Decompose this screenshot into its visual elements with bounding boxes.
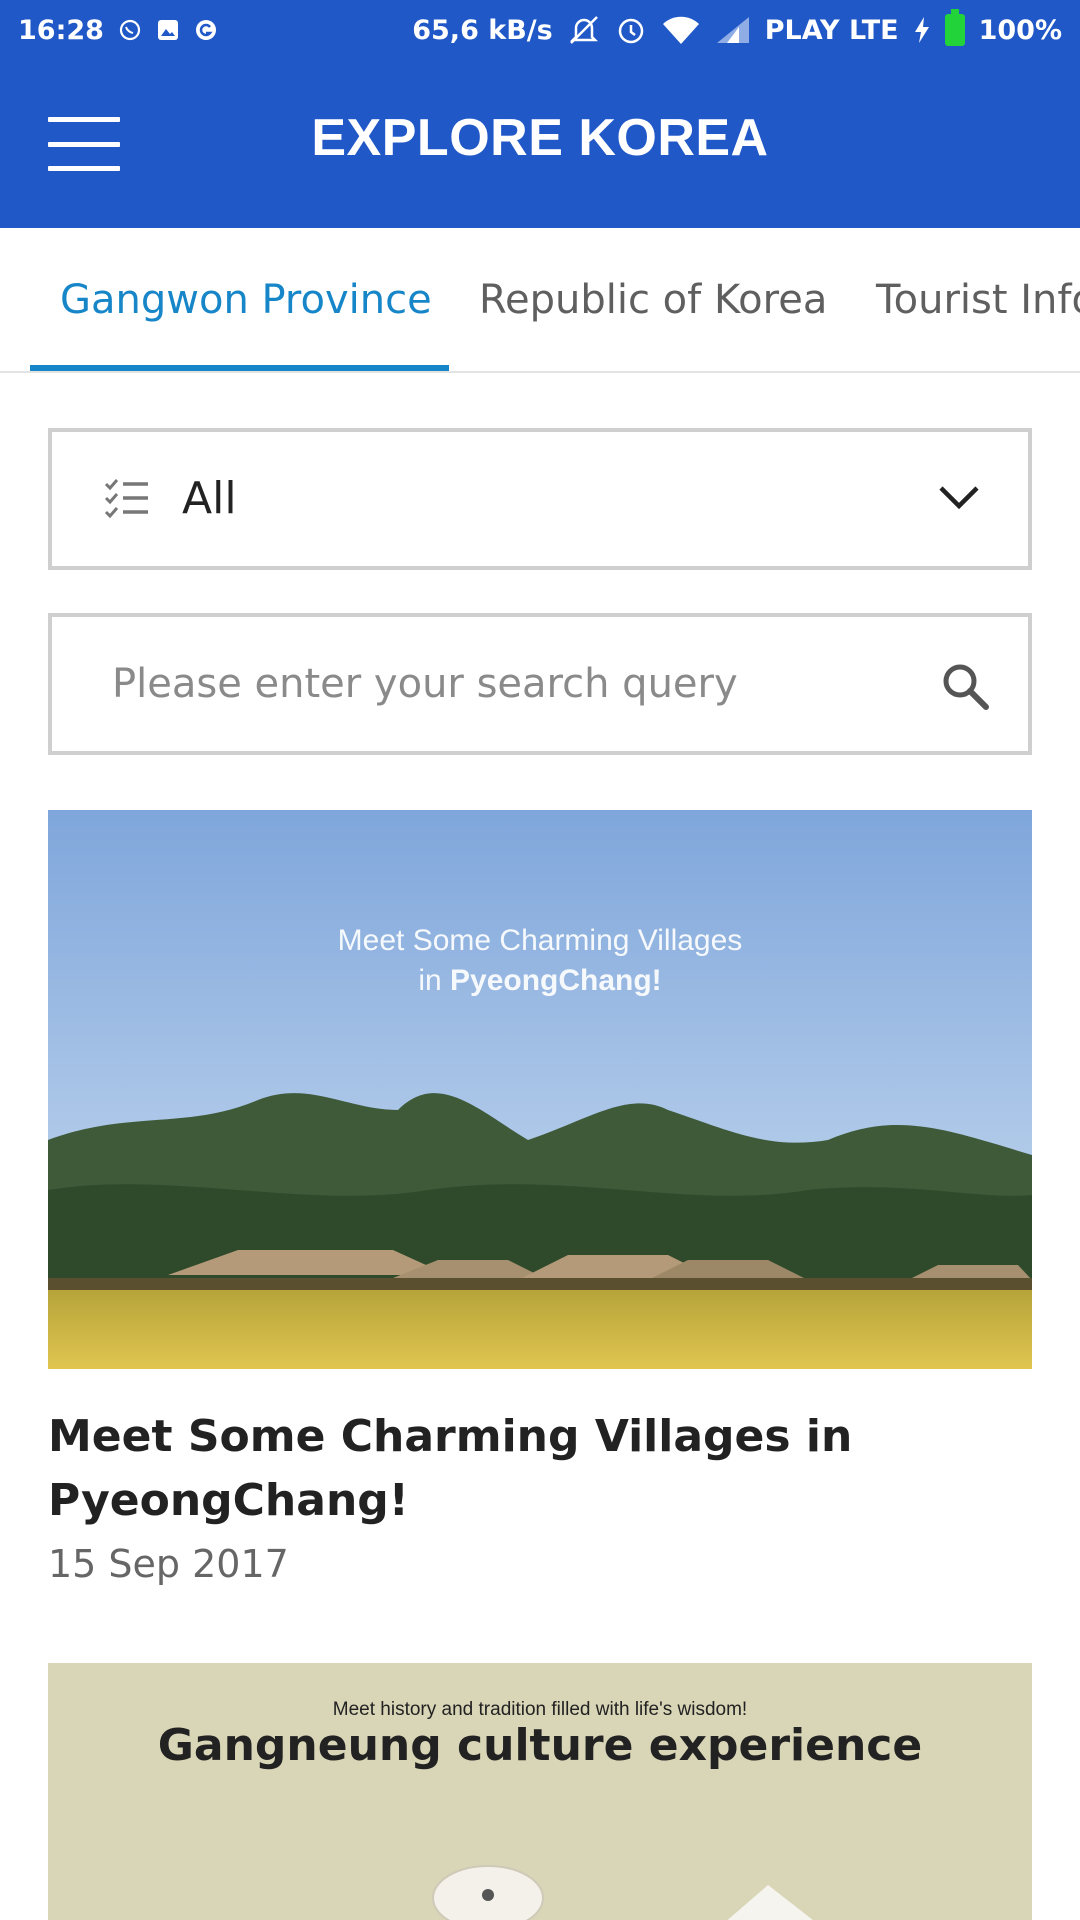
article-title[interactable]: Meet Some Charming Villages in PyeongCha… [48,1405,1032,1533]
status-bar: 16:28 65,6 kB/s PLAY LTE 100% [0,0,1080,60]
image-caption-small: Meet history and tradition filled with l… [333,1699,747,1720]
status-time: 16:28 [18,14,104,46]
charging-icon [913,15,931,45]
checklist-icon [104,479,148,518]
article-image[interactable]: Meet history and tradition filled with l… [48,1663,1032,1920]
app-title: EXPLORE KOREA [311,109,769,167]
gallery-icon [156,18,180,42]
tab-republic-of-korea[interactable]: Republic of Korea [479,228,827,371]
search-box [48,613,1032,755]
tab-tourist-information[interactable]: Tourist Information [876,228,1080,371]
mute-icon [567,15,601,45]
image-caption-line2: in PyeongChang! [418,964,661,997]
image-caption-large: Gangneung culture experience [158,1720,922,1771]
wifi-icon [661,15,701,45]
app-bar: EXPLORE KOREA [0,60,1080,228]
filter-selected-value: All [182,473,237,524]
whatsapp-icon [118,18,142,42]
battery-level: 100% [978,14,1062,46]
image-caption-line1: Meet Some Charming Villages [338,924,743,957]
signal-icon [715,15,751,45]
tab-gangwon-province[interactable]: Gangwon Province [60,228,432,371]
grammarly-icon [194,18,218,42]
carrier-label: PLAY LTE [764,14,899,46]
chevron-down-icon [939,486,979,510]
article-date: 15 Sep 2017 [48,1542,289,1586]
network-speed: 65,6 kB/s [412,14,553,46]
search-input[interactable] [112,617,912,751]
active-tab-indicator [30,365,449,371]
article-image[interactable]: Meet Some Charming Villages in PyeongCha… [48,810,1032,1369]
search-icon[interactable] [940,661,990,711]
category-filter-dropdown[interactable]: All [48,428,1032,570]
alarm-icon [615,14,647,46]
category-tabs: Gangwon Province Republic of Korea Touri… [0,228,1080,373]
battery-icon [944,9,965,46]
village-landscape-image: Meet Some Charming Villages in PyeongCha… [48,810,1032,1369]
culture-experience-image: Meet history and tradition filled with l… [48,1663,1032,1920]
